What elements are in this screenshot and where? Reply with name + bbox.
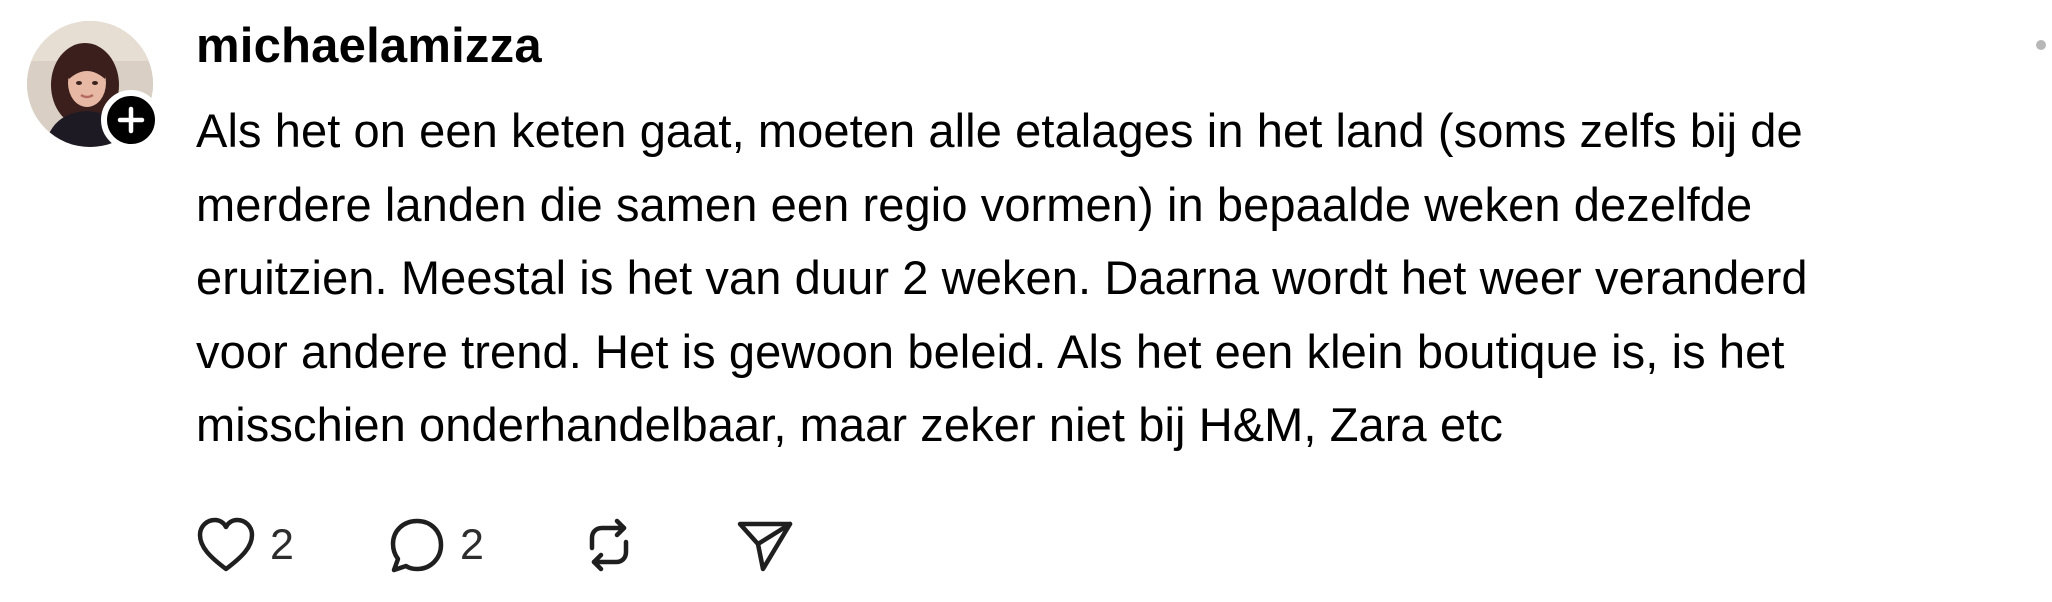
more-dot-icon[interactable] — [2036, 40, 2046, 50]
avatar-container — [27, 21, 161, 151]
follow-button[interactable] — [101, 90, 161, 150]
post-text-line: misschien onderhandelbaar, maar zeker ni… — [196, 398, 1503, 451]
plus-icon — [117, 106, 145, 134]
like-count: 2 — [270, 521, 294, 569]
reply-count: 2 — [460, 521, 484, 569]
post-text-line: Als het on een keten gaat, moeten alle e… — [196, 104, 1803, 157]
send-icon — [737, 521, 793, 572]
post-text-line: merdere landen die samen een regio vorme… — [196, 177, 1753, 231]
repost-button[interactable] — [580, 510, 638, 580]
share-button[interactable] — [736, 510, 794, 580]
post-card: michaelamizza Als het on een keten gaat,… — [0, 0, 2052, 602]
reply-button[interactable]: 2 — [388, 510, 484, 580]
repost-icon — [589, 518, 629, 572]
comment-bubble-icon — [390, 518, 444, 573]
heart-icon — [197, 517, 255, 572]
post-text: Als het on een keten gaat, moeten alle e… — [196, 94, 2046, 462]
post-text-line: eruitzien. Meestal is het van duur 2 wek… — [196, 251, 1808, 304]
username[interactable]: michaelamizza — [196, 14, 542, 78]
post-text-line: voor andere trend. Het is gewoon beleid.… — [196, 324, 1785, 378]
action-bar: 2 2 — [190, 510, 830, 580]
like-button[interactable]: 2 — [196, 510, 294, 580]
